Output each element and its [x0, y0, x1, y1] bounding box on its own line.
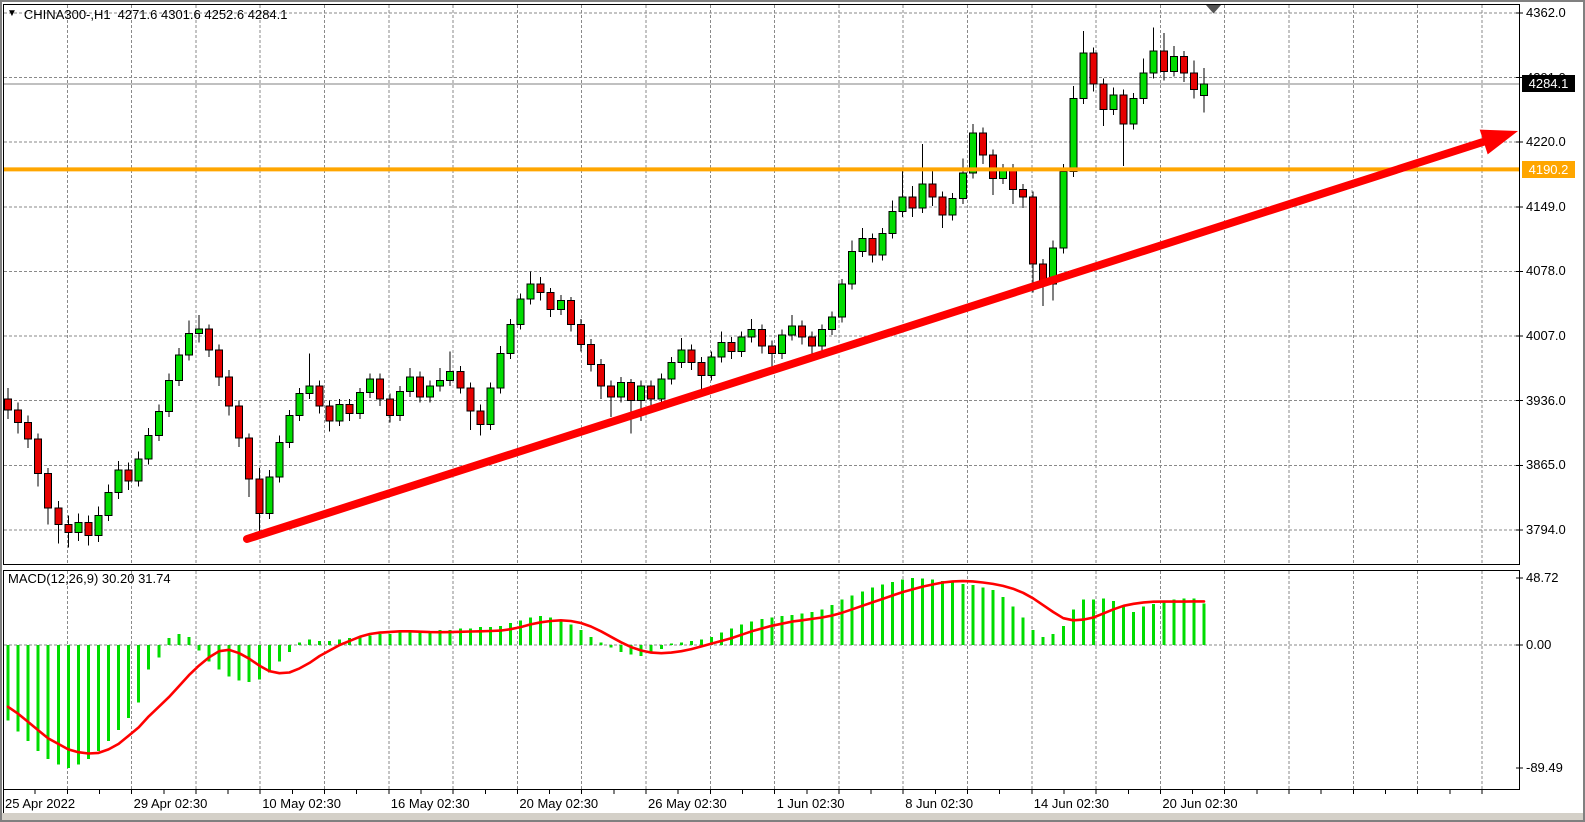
mt4-chart-window: ▼ CHINA300-,H1 4271.6 4301.6 4252.6 4284… — [0, 0, 1585, 822]
time-axis-label: 29 Apr 02:30 — [134, 796, 208, 811]
price-axis-label: 4078.0 — [1526, 263, 1566, 279]
macd-axis-label: 0.00 — [1526, 637, 1551, 653]
price-axis-label: 3794.0 — [1526, 522, 1566, 538]
orange-horizontal-level[interactable] — [3, 167, 1520, 171]
orange-level-badge: 4190.2 — [1522, 161, 1575, 178]
macd-indicator-label: MACD(12,26,9) 30.20 31.74 — [8, 571, 171, 587]
price-axis-label: 3865.0 — [1526, 457, 1566, 473]
time-axis-label: 25 Apr 2022 — [5, 796, 75, 811]
time-axis-label: 16 May 02:30 — [391, 796, 470, 811]
time-axis-label: 10 May 02:30 — [262, 796, 341, 811]
price-axis-label: 4007.0 — [1526, 328, 1566, 344]
chart-ohlc-values: 4271.6 4301.6 4252.6 4284.1 — [118, 7, 288, 23]
price-axis-label: 4220.0 — [1526, 134, 1566, 150]
chart-symbol-period: CHINA300-,H1 — [24, 7, 111, 23]
time-axis-label: 1 Jun 02:30 — [777, 796, 845, 811]
price-axis-label: 4362.0 — [1526, 5, 1566, 21]
time-axis-label: 20 May 02:30 — [519, 796, 598, 811]
symbol-dropdown-marker-icon: ▼ — [7, 6, 17, 22]
time-axis-label: 20 Jun 02:30 — [1162, 796, 1237, 811]
time-axis-label: 26 May 02:30 — [648, 796, 727, 811]
macd-axis-label: -89.49 — [1526, 760, 1563, 776]
time-axis-label: 8 Jun 02:30 — [905, 796, 973, 811]
time-axis-label: 14 Jun 02:30 — [1034, 796, 1109, 811]
current-price-badge: 4284.1 — [1522, 75, 1575, 92]
price-axis-label: 3936.0 — [1526, 393, 1566, 409]
chart-title: ▼ CHINA300-,H1 4271.6 4301.6 4252.6 4284… — [7, 7, 288, 23]
price-axis-label: 4149.0 — [1526, 199, 1566, 215]
chart-canvas[interactable] — [0, 0, 1585, 822]
macd-axis-label: 48.72 — [1526, 570, 1559, 586]
